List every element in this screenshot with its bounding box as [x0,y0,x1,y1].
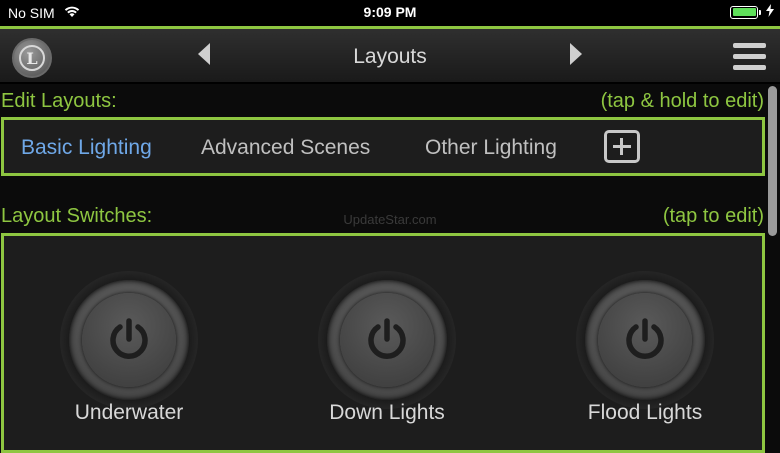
menu-bar-line [733,54,766,59]
hamburger-menu-icon[interactable] [733,43,766,70]
switch-label: Flood Lights [587,401,703,424]
layout-switches-panel: Underwater Down Lights Flood Lights [1,233,765,453]
tab-basic-lighting[interactable]: Basic Lighting [21,136,152,160]
battery-icon [730,5,761,19]
switch-underwater: Underwater [29,271,229,425]
nav-bar: L Layouts [0,29,780,84]
switch-ring [327,280,447,400]
status-bar: No SIM 9:09 PM [0,0,780,26]
menu-bar-line [733,65,766,70]
layout-switches-hint: (tap to edit) [662,205,764,227]
page-title: Layouts [353,45,427,68]
switch-label: Down Lights [329,401,445,424]
edit-layouts-label: Edit Layouts: [1,90,117,112]
status-right [730,4,774,20]
bolt-icon [766,4,774,20]
switch-ring [69,280,189,400]
tab-advanced-scenes[interactable]: Advanced Scenes [201,136,370,160]
status-time: 9:09 PM [363,4,417,20]
power-switch-button[interactable] [318,271,456,409]
power-switch-button[interactable] [60,271,198,409]
switch-down-lights: Down Lights [287,271,487,425]
switch-label: Underwater [74,401,184,424]
edit-layouts-hint: (tap & hold to edit) [600,90,764,112]
power-icon [82,293,176,387]
add-layout-button[interactable] [604,130,640,163]
power-switch-button[interactable] [576,271,714,409]
layouts-tab-bar: Basic Lighting Advanced Scenes Other Lig… [1,117,765,176]
next-arrow-icon[interactable] [570,43,582,65]
battery-fill [732,8,756,16]
power-icon [340,293,434,387]
layout-switches-label: Layout Switches: [1,205,153,227]
power-icon [598,293,692,387]
switch-ring [585,280,705,400]
switch-flood-lights: Flood Lights [545,271,745,425]
tab-other-lighting[interactable]: Other Lighting [425,136,557,160]
menu-bar-line [733,43,766,48]
scrollbar[interactable] [768,86,777,236]
